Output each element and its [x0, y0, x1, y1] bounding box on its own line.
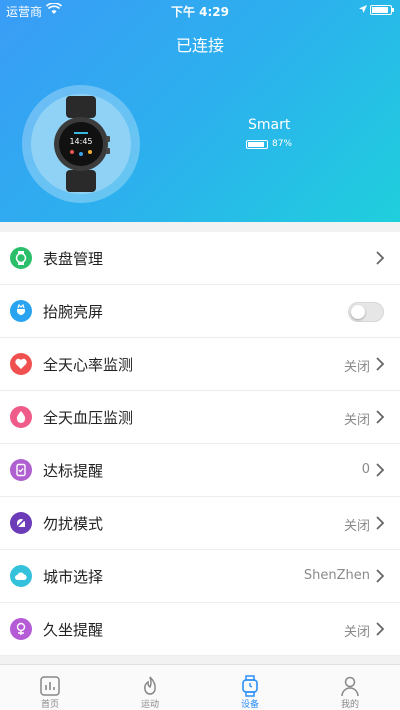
raise-wrist-toggle[interactable]: [348, 302, 384, 322]
setting-label: 久坐提醒: [43, 621, 104, 639]
setting-value: 0: [361, 462, 370, 477]
sedentary-icon: [10, 618, 32, 640]
setting-label: 抬腕亮屏: [43, 303, 104, 321]
setting-goal-reminder[interactable]: 达标提醒 0: [0, 444, 400, 497]
setting-do-not-disturb[interactable]: 勿扰模式 关闭: [0, 497, 400, 550]
chart-icon: [40, 676, 60, 696]
chevron-right-icon: [376, 622, 385, 636]
clock: 下午 4:29: [170, 5, 230, 19]
chevron-right-icon: [376, 463, 385, 477]
heart-icon: [10, 353, 32, 375]
tab-bar: 首页 运动 设备 我的: [0, 664, 400, 710]
setting-label: 达标提醒: [43, 462, 104, 480]
setting-value: ShenZhen: [303, 568, 370, 583]
goal-icon: [10, 459, 32, 481]
setting-value: 关闭: [343, 519, 370, 534]
setting-label: 全天心率监测: [43, 356, 134, 374]
setting-label: 表盘管理: [43, 250, 104, 268]
setting-label: 全天血压监测: [43, 409, 134, 427]
svg-text:14:45: 14:45: [69, 137, 92, 146]
smartwatch-image: 14:45: [54, 96, 110, 192]
tab-device[interactable]: 设备: [200, 665, 300, 710]
raise-wrist-icon: [10, 300, 32, 322]
device-header: 运营商 下午 4:29 已连接 14:45 Smart 87%: [0, 0, 400, 222]
settings-list: 表盘管理 抬腕亮屏 全天心率监测 关闭 全天血压监测 关闭 达标提醒 0 勿扰模…: [0, 232, 400, 656]
tab-label: 首页: [40, 700, 59, 710]
chevron-right-icon: [376, 516, 385, 530]
watch-icon: [242, 675, 258, 697]
setting-heart-rate[interactable]: 全天心率监测 关闭: [0, 338, 400, 391]
connection-status: 已连接: [175, 36, 224, 55]
setting-city[interactable]: 城市选择 ShenZhen: [0, 550, 400, 603]
setting-value: 关闭: [343, 360, 370, 375]
setting-label: 勿扰模式: [43, 515, 104, 533]
tab-label: 设备: [240, 700, 259, 710]
chevron-right-icon: [376, 357, 385, 371]
tab-sport[interactable]: 运动: [100, 665, 200, 710]
device-battery-percent: 87%: [272, 139, 293, 149]
flame-icon: [144, 676, 156, 695]
tab-label: 运动: [140, 700, 159, 710]
tab-label: 我的: [340, 700, 359, 710]
chevron-right-icon: [376, 569, 385, 583]
cloud-icon: [10, 565, 32, 587]
battery-icon: [370, 5, 394, 15]
setting-label: 城市选择: [43, 568, 104, 586]
setting-value: 关闭: [343, 625, 370, 640]
setting-blood-pressure[interactable]: 全天血压监测 关闭: [0, 391, 400, 444]
tab-me[interactable]: 我的: [300, 665, 400, 710]
status-bar: 运营商 下午 4:29: [0, 0, 400, 20]
setting-value: 关闭: [343, 413, 370, 428]
do-not-disturb-icon: [10, 512, 32, 534]
setting-watch-face[interactable]: 表盘管理: [0, 232, 400, 285]
device-name: Smart: [248, 117, 291, 133]
chevron-right-icon: [376, 410, 385, 424]
setting-sedentary[interactable]: 久坐提醒 关闭: [0, 603, 400, 656]
watch-face-icon: [10, 247, 32, 269]
location-arrow-icon: [358, 3, 368, 17]
tab-home[interactable]: 首页: [0, 665, 100, 710]
setting-raise-wrist: 抬腕亮屏: [0, 285, 400, 338]
device-battery-icon: [246, 140, 268, 149]
blood-drop-icon: [10, 406, 32, 428]
chevron-right-icon: [376, 251, 385, 265]
person-icon: [341, 676, 359, 697]
